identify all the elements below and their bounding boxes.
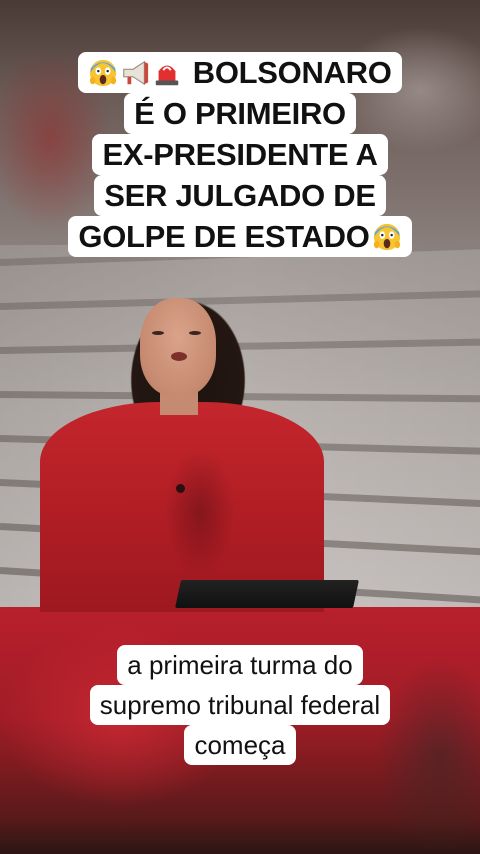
caption-line-2: supremo tribunal federal: [89, 685, 391, 725]
caption-line-1: a primeira turma do: [117, 645, 363, 685]
anchor-eye: [152, 331, 164, 335]
headline-text-5: GOLPE DE ESTADO: [78, 219, 370, 254]
scream-emoji-icon: [90, 59, 117, 87]
caption-overlay: a primeira turma do supremo tribunal fed…: [0, 645, 480, 765]
anchor-eye: [189, 331, 201, 335]
anchor-face: [140, 298, 216, 396]
headline-line-3: EX-PRESIDENTE A: [92, 134, 388, 175]
headline-line-5: GOLPE DE ESTADO: [68, 216, 412, 257]
headline-text-3: EX-PRESIDENTE A: [102, 137, 378, 172]
caption-line-3: começa: [184, 725, 296, 765]
headline-line-1: BOLSONARO: [78, 52, 402, 93]
headline-text-4: SER JULGADO DE: [104, 178, 376, 213]
anchor-button: [176, 484, 185, 493]
anchor-mouth: [171, 352, 187, 361]
scream-emoji-icon: [373, 223, 400, 251]
headline-text-1: BOLSONARO: [192, 55, 392, 90]
megaphone-icon: [123, 60, 149, 86]
headline-overlay: BOLSONARO É O PRIMEIRO EX-PRESIDENTE A S…: [0, 52, 480, 257]
siren-icon: [156, 65, 179, 86]
headline-text-2: É O PRIMEIRO: [134, 96, 346, 131]
headline-line-2: É O PRIMEIRO: [124, 93, 356, 134]
video-frame[interactable]: BOLSONARO É O PRIMEIRO EX-PRESIDENTE A S…: [0, 0, 480, 854]
headline-line-4: SER JULGADO DE: [94, 175, 386, 216]
laptop: [175, 580, 359, 608]
